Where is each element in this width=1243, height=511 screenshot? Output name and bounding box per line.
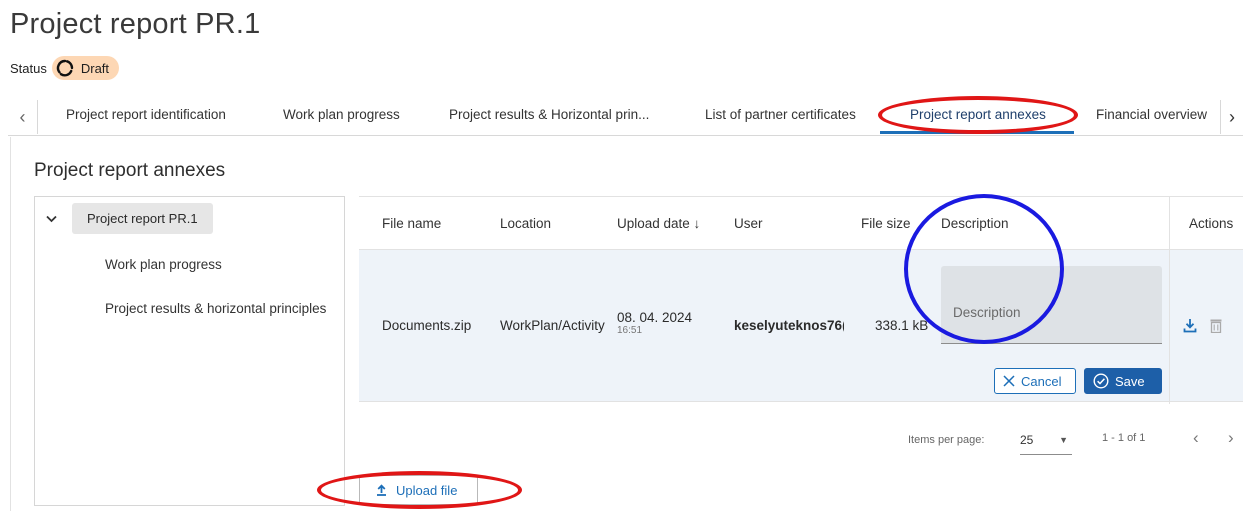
status-label: Status	[10, 60, 47, 76]
tree-item-project-results[interactable]: Project results & horizontal principles	[105, 301, 326, 316]
draft-status-icon	[56, 59, 74, 77]
check-circle-icon	[1093, 373, 1109, 389]
previous-page-icon[interactable]: ‹	[1193, 428, 1199, 448]
next-page-icon[interactable]: ›	[1228, 428, 1234, 448]
cell-upload-date: 08. 04. 2024	[617, 310, 693, 325]
section-title: Project report annexes	[34, 160, 226, 181]
column-file-size[interactable]: File size	[861, 197, 911, 251]
tab-project-report-identification[interactable]: Project report identification	[66, 96, 226, 134]
page-size-value: 25	[1020, 433, 1034, 447]
tab-partner-certificates[interactable]: List of partner certificates	[705, 96, 856, 134]
column-file-name[interactable]: File name	[382, 197, 441, 251]
tree-item-work-plan-progress[interactable]: Work plan progress	[105, 257, 222, 272]
page-size-select[interactable]: 25 ▼	[1020, 425, 1072, 455]
upload-file-button[interactable]: Upload file	[359, 475, 478, 505]
close-icon	[1003, 375, 1015, 387]
save-button-label: Save	[1115, 373, 1145, 389]
tab-project-results[interactable]: Project results & Horizontal prin...	[449, 96, 649, 134]
tab-financial-overview[interactable]: Financial overview	[1096, 96, 1207, 134]
download-icon[interactable]	[1183, 318, 1197, 338]
files-table: File name Location Upload date ↓ User Fi…	[359, 196, 1243, 460]
cancel-button[interactable]: Cancel	[994, 368, 1076, 394]
status-row: Status Draft	[10, 56, 120, 80]
trash-icon[interactable]	[1210, 318, 1222, 338]
column-upload-date[interactable]: Upload date ↓	[617, 197, 700, 251]
caret-down-icon: ▼	[1059, 435, 1068, 445]
table-header: File name Location Upload date ↓ User Fi…	[359, 196, 1243, 250]
description-input[interactable]	[941, 266, 1162, 343]
column-location[interactable]: Location	[500, 197, 551, 251]
chevron-right-icon[interactable]: ›	[1220, 100, 1243, 134]
tree-item-project-report[interactable]: Project report PR.1	[72, 203, 213, 234]
tab-bar: ‹ Project report identification Work pla…	[8, 96, 1243, 136]
chevron-down-icon[interactable]	[46, 211, 57, 226]
column-user[interactable]: User	[734, 197, 763, 251]
description-field[interactable]	[941, 266, 1162, 344]
cell-upload-time: 16:51	[617, 325, 643, 336]
cell-user: keselyuteknos76(	[734, 318, 844, 333]
upload-icon	[377, 484, 386, 496]
upload-file-label: Upload file	[396, 482, 458, 498]
table-row: Documents.zip WorkPlan/Activity 08. 04. …	[359, 250, 1243, 402]
cancel-button-label: Cancel	[1021, 373, 1062, 389]
page-range: 1 - 1 of 1	[1102, 432, 1146, 444]
cell-location: WorkPlan/Activity	[500, 318, 605, 333]
column-description[interactable]: Description	[941, 197, 1009, 251]
page-title: Project report PR.1	[10, 8, 261, 40]
save-button[interactable]: Save	[1084, 368, 1162, 394]
column-actions: Actions	[1189, 216, 1234, 231]
items-per-page-label: Items per page:	[908, 434, 985, 446]
status-badge-label: Draft	[80, 60, 110, 76]
active-tab-indicator	[880, 131, 1074, 134]
cell-file-size: 338.1 kB	[875, 318, 929, 333]
tab-project-report-annexes[interactable]: Project report annexes	[910, 96, 1046, 134]
chevron-left-icon[interactable]: ‹	[8, 100, 38, 134]
tab-work-plan-progress[interactable]: Work plan progress	[283, 96, 400, 134]
status-badge: Draft	[51, 56, 120, 80]
cell-file-name: Documents.zip	[382, 318, 472, 333]
annex-tree: Project report PR.1 Work plan progress P…	[34, 196, 345, 506]
actions-column-divider	[1169, 196, 1170, 404]
